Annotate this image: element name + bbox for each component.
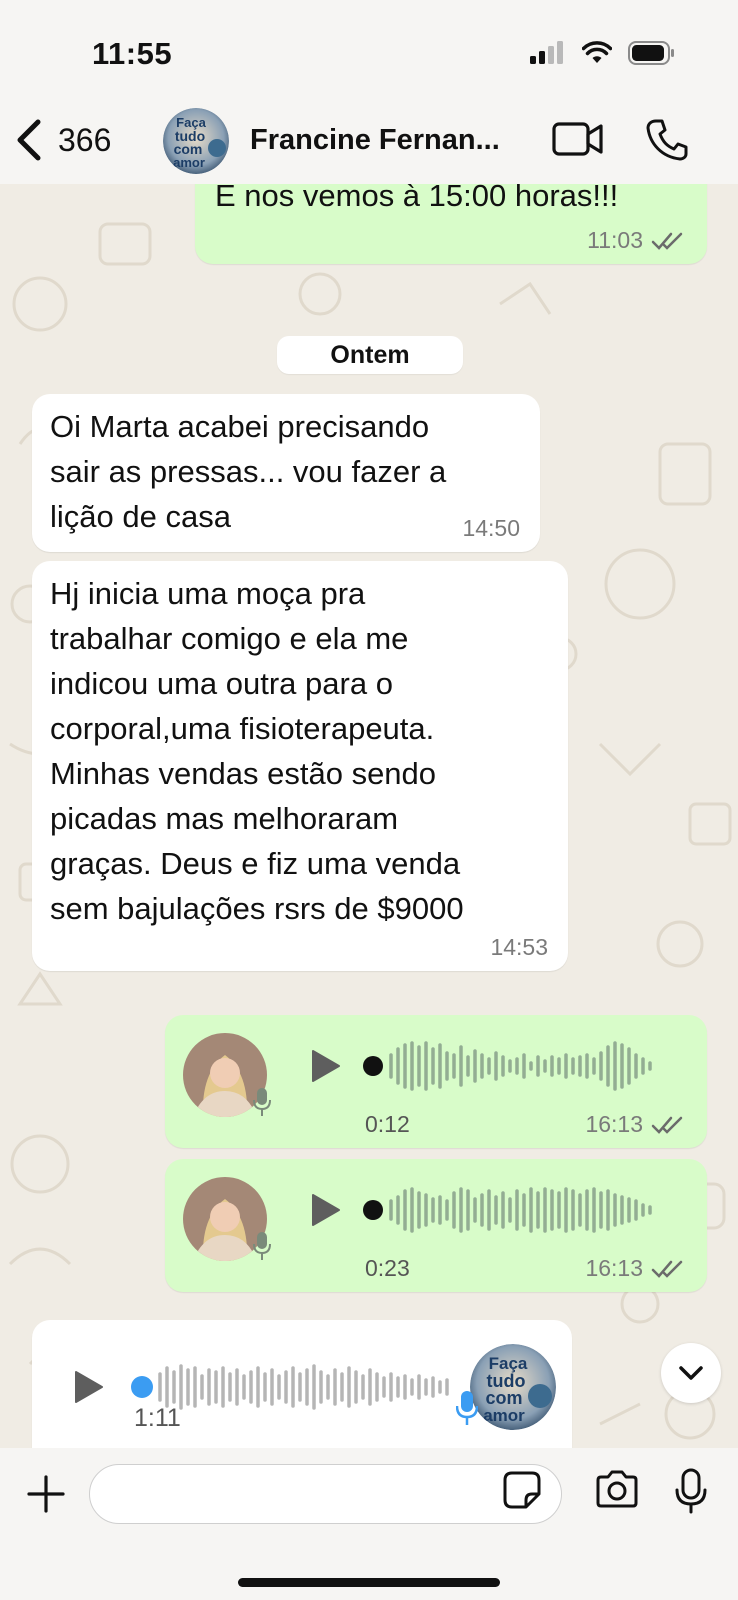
message-meta: 14:53 [490, 934, 548, 961]
scroll-to-bottom-button[interactable] [661, 1343, 721, 1403]
phone-icon [646, 119, 688, 161]
message-time: 11:03 [587, 227, 643, 253]
message-time: 16:13 [585, 1111, 643, 1137]
message-time: 14:50 [462, 515, 520, 541]
audio-duration: 0:23 [365, 1255, 410, 1281]
message-text: E nos vemos à 15:00 horas!!! [215, 184, 619, 213]
audio-waveform[interactable] [363, 1179, 663, 1239]
home-indicator[interactable] [238, 1578, 500, 1587]
audio-waveform[interactable] [363, 1035, 663, 1095]
battery-icon [628, 41, 674, 65]
audio-waveform[interactable] [130, 1356, 470, 1416]
svg-text:amor: amor [483, 1406, 525, 1425]
audio-duration: 1:11 [134, 1404, 181, 1432]
chevron-down-icon [679, 1366, 703, 1380]
play-icon[interactable] [311, 1193, 341, 1227]
message-input[interactable] [110, 1465, 490, 1523]
play-icon[interactable] [311, 1049, 341, 1083]
back-button[interactable]: 366 [14, 118, 111, 162]
incoming-message[interactable]: Oi Marta acabei precisando sair as press… [32, 394, 540, 552]
message-meta: 11:03 [587, 227, 685, 254]
back-chevron-icon [17, 119, 41, 161]
contact-name[interactable]: Francine Fernan... [250, 124, 500, 157]
sticker-button[interactable] [502, 1470, 542, 1515]
attach-button[interactable] [26, 1474, 66, 1519]
message-meta: 14:50 [462, 515, 520, 542]
avatar-logo-image: Faça tudo com amor [163, 108, 229, 174]
video-call-button[interactable] [552, 120, 604, 163]
double-check-icon [651, 232, 683, 250]
play-icon[interactable] [74, 1370, 104, 1404]
video-call-icon [552, 122, 603, 156]
signal-icon [530, 41, 563, 64]
status-time: 11:55 [92, 36, 173, 71]
voice-record-button[interactable] [674, 1468, 708, 1519]
svg-text:amor: amor [173, 155, 205, 170]
voice-call-button[interactable] [646, 118, 688, 167]
camera-button[interactable] [594, 1470, 640, 1513]
avatar-logo-image: Faça tudo com amor [470, 1344, 556, 1430]
unread-count: 366 [58, 121, 112, 158]
message-time: 14:53 [490, 934, 548, 960]
message-input-container[interactable] [89, 1464, 562, 1524]
sender-avatar: Faça tudo com amor [470, 1344, 556, 1430]
double-check-icon [651, 1260, 683, 1278]
plus-icon [27, 1475, 65, 1513]
message-meta: 16:13 [585, 1111, 685, 1138]
date-separator: Ontem [277, 336, 463, 374]
chat-header: 366 Faça tudo com amor Francine Fernan..… [0, 100, 738, 184]
wifi-icon [582, 41, 612, 63]
status-bar: 11:55 [0, 0, 738, 100]
camera-icon [596, 1470, 638, 1508]
outgoing-audio-message[interactable]: 0:23 16:13 [165, 1159, 707, 1292]
chat-area[interactable]: E nos vemos à 15:00 horas!!! 11:03 Ontem… [0, 184, 738, 1448]
sticker-icon [503, 1471, 541, 1509]
message-text: Oi Marta acabei precisando sair as press… [50, 409, 447, 534]
contact-avatar[interactable]: Faça tudo com amor [163, 108, 229, 174]
mic-icon [253, 1232, 271, 1260]
mic-icon [253, 1088, 271, 1116]
outgoing-audio-message[interactable]: 0:12 16:13 [165, 1015, 707, 1148]
svg-text:com: com [485, 1388, 522, 1408]
mic-icon [456, 1391, 478, 1425]
incoming-audio-message[interactable]: 1:11 Faça tudo com amor [32, 1320, 572, 1448]
incoming-message[interactable]: Hj inicia uma moça pra trabalhar comigo … [32, 561, 568, 971]
double-check-icon [651, 1116, 683, 1134]
message-time: 16:13 [585, 1255, 643, 1281]
audio-duration: 0:12 [365, 1111, 410, 1137]
mic-icon [675, 1468, 707, 1514]
message-meta: 16:13 [585, 1255, 685, 1282]
status-icons [530, 40, 676, 66]
outgoing-message[interactable]: E nos vemos à 15:00 horas!!! 11:03 [195, 184, 707, 264]
message-text: Hj inicia uma moça pra trabalhar comigo … [50, 576, 464, 926]
